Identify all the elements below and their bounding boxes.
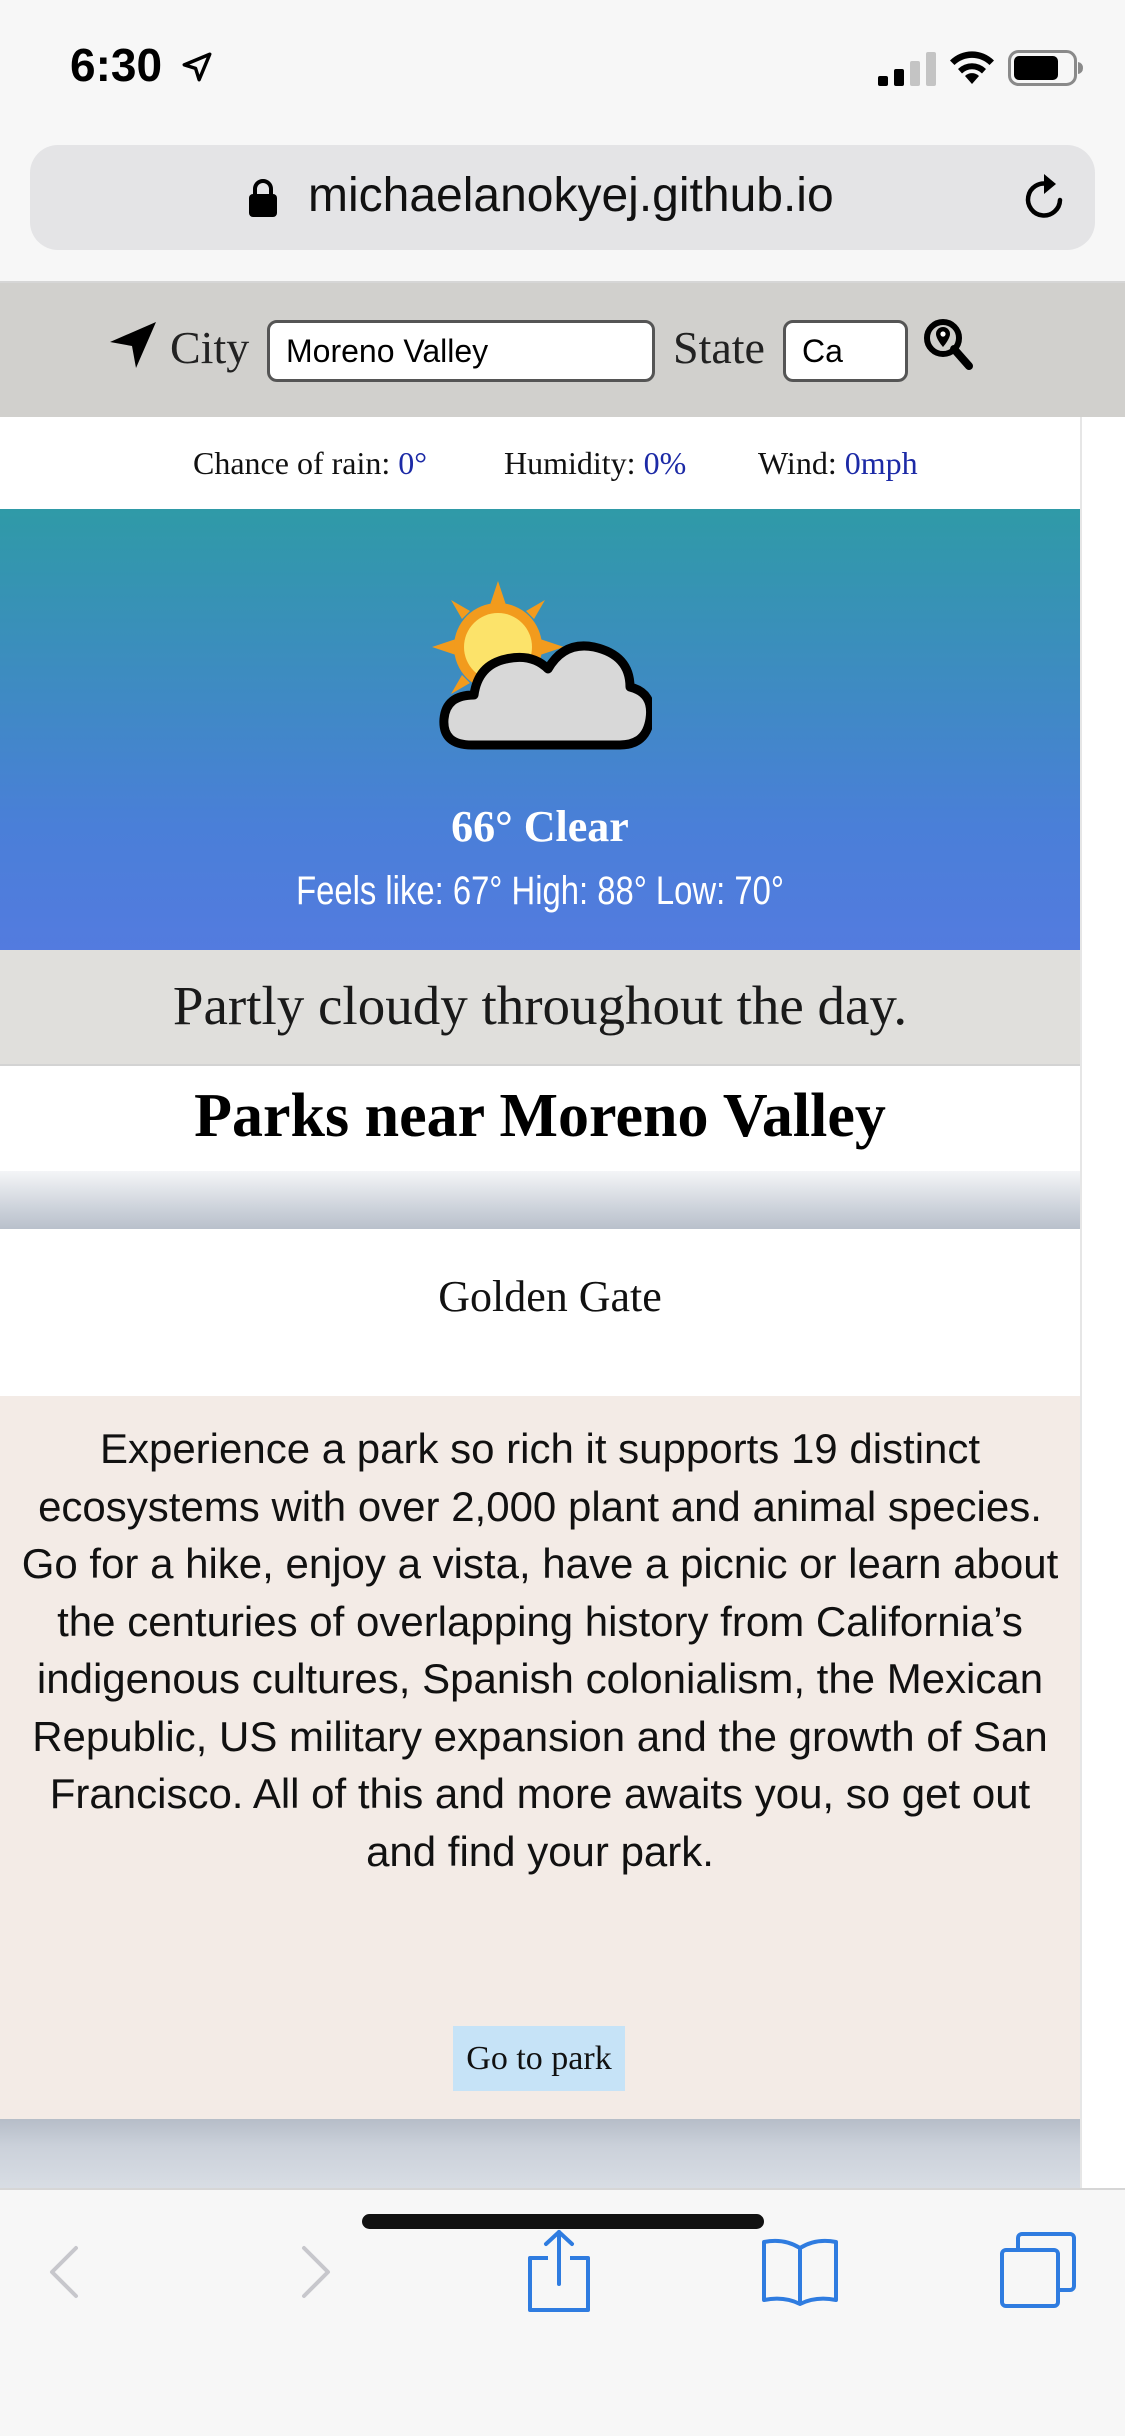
partly-cloudy-icon: [432, 581, 652, 750]
weather-panel: 66° Clear Feels like: 67° High: 88° Low:…: [0, 509, 1080, 950]
cellular-signal-icon: [878, 52, 936, 86]
park-description: Experience a park so rich it supports 19…: [21, 1425, 1059, 1875]
parks-heading: Parks near Moreno Valley: [194, 1082, 886, 1150]
card-shadow-bottom: [0, 2119, 1080, 2188]
location-arrow-icon: [182, 52, 212, 82]
wind-value: 0mph: [844, 445, 918, 481]
temperature-summary: 66° Clear: [451, 802, 629, 851]
state-label: State: [673, 322, 765, 373]
forward-arrow-icon[interactable]: [296, 2242, 336, 2302]
rain-stat: Chance of rain: 0°: [193, 445, 427, 482]
rain-label: Chance of rain:: [193, 445, 399, 481]
status-bar: 6:30: [0, 0, 1125, 140]
search-location-icon[interactable]: [923, 318, 973, 370]
humidity-stat: Humidity: 0%: [504, 445, 686, 482]
rain-value: 0°: [398, 445, 428, 481]
park-name: Golden Gate: [438, 1272, 662, 1321]
city-input[interactable]: [267, 320, 655, 382]
status-time: 6:30: [70, 39, 163, 91]
back-arrow-icon[interactable]: [44, 2242, 84, 2302]
home-indicator: [362, 2214, 764, 2229]
search-bar: City State: [0, 283, 1125, 417]
card-shadow-top: [0, 1171, 1080, 1229]
humidity-value: 0%: [643, 445, 687, 481]
state-input[interactable]: [783, 320, 908, 382]
humidity-label: Humidity:: [504, 445, 644, 481]
page-gutter: [1080, 283, 1125, 2188]
wind-stat: Wind: 0mph: [758, 445, 918, 482]
wind-label: Wind:: [758, 445, 845, 481]
tabs-icon[interactable]: [998, 2230, 1078, 2310]
bookmarks-icon[interactable]: [760, 2236, 840, 2306]
feels-like-line: Feels like: 67° High: 88° Low: 70°: [296, 869, 784, 913]
day-summary-band: Partly cloudy throughout the day.: [0, 950, 1080, 1066]
webpage: City State Chance of rain: 0° Humidity: …: [0, 283, 1125, 2188]
url-text[interactable]: michaelanokyej.github.io: [308, 168, 834, 223]
park-card: Golden Gate Experience a park so rich it…: [0, 1229, 1080, 2119]
lock-icon: [249, 179, 277, 217]
battery-icon: [1008, 50, 1083, 86]
day-summary-text: Partly cloudy throughout the day.: [172, 975, 908, 1036]
share-icon[interactable]: [526, 2228, 592, 2314]
reload-icon[interactable]: [1020, 170, 1070, 224]
park-description-box: Experience a park so rich it supports 19…: [0, 1396, 1080, 2119]
weather-stats-row: Chance of rain: 0° Humidity: 0% Wind: 0m…: [0, 417, 1080, 509]
city-label: City: [170, 322, 250, 373]
navigation-arrow-icon[interactable]: [108, 320, 158, 370]
go-to-park-button[interactable]: Go to park: [453, 2026, 625, 2091]
wifi-icon: [950, 51, 994, 84]
